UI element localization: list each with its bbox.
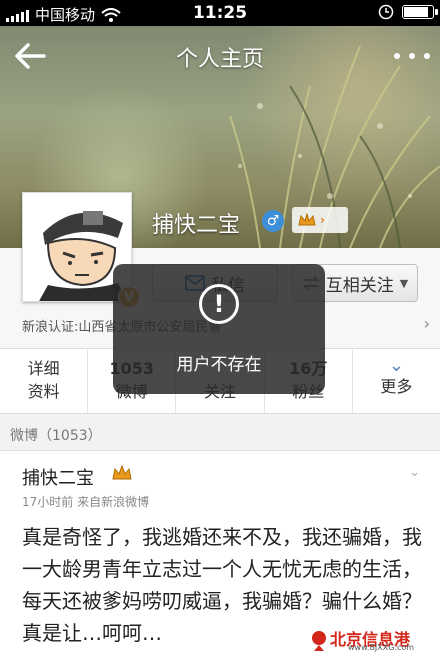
watermark-logo: 北京信息港 www.BJXXG.com [310,626,434,654]
status-bar: 中国移动 11:25 [0,0,440,26]
profile-name: 捕快二宝 [152,213,241,238]
post-menu-chevron-icon[interactable]: ⌄ [409,465,420,480]
nav-bar: 个人主页 [0,26,440,88]
chevron-down-icon: ⌄ [388,355,404,376]
male-icon: ♂ [262,210,284,232]
vip-crown-icon [112,465,132,480]
page-title: 个人主页 [175,47,264,72]
watermark-subtitle: www.BJXXG.com [348,643,415,652]
post-meta: 17小时前 来自新浪微博 [22,495,150,509]
chevron-down-icon: ▼ [399,276,409,290]
more-options-icon[interactable] [394,46,430,66]
orientation-lock-icon [378,4,394,20]
stat-details[interactable]: 详细 资料 [0,349,89,413]
chevron-right-icon: › [423,314,430,333]
vip-crown-icon[interactable]: › [292,207,348,233]
section-label: 微博（1053） [10,428,102,444]
toast-popup: ! 用户不存在 [113,264,325,394]
post-author[interactable]: 捕快二宝 [22,464,94,490]
stat-more[interactable]: ⌄ 更多 [353,349,440,413]
alert-icon: ! [199,284,239,324]
follow-button-label: 互相关注 [325,275,394,296]
toast-message: 用户不存在 [176,355,262,375]
battery-icon [402,5,438,19]
status-time: 11:25 [192,3,248,23]
